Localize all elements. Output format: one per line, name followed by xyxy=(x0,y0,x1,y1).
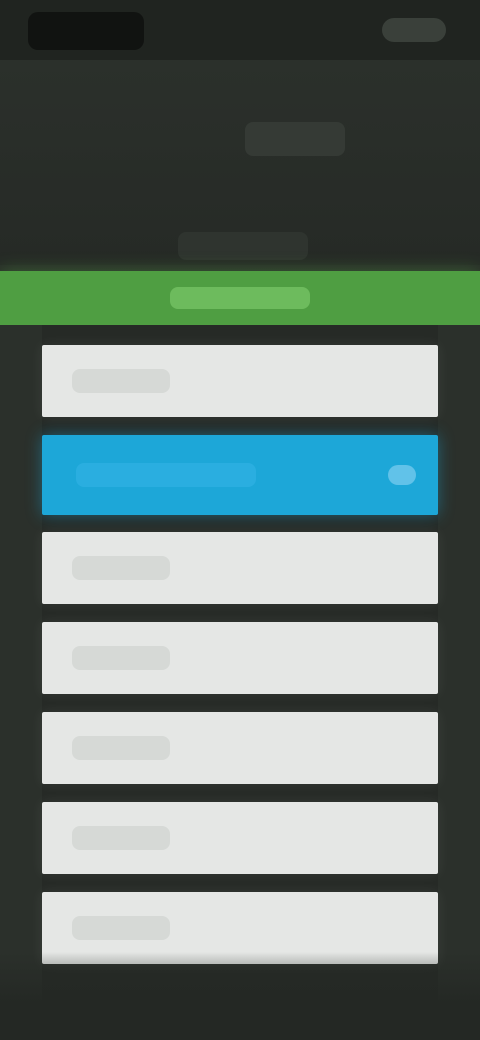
page-subtitle xyxy=(178,232,308,260)
list-item-label xyxy=(72,916,170,940)
list-item-label xyxy=(72,826,170,850)
menu-list xyxy=(42,345,438,982)
list-item-label xyxy=(72,646,170,670)
left-margin xyxy=(0,325,42,1040)
list-item[interactable] xyxy=(42,532,438,604)
app-screen xyxy=(0,0,480,1040)
page-title xyxy=(245,122,345,156)
list-item-label xyxy=(72,369,170,393)
section-bar xyxy=(0,271,480,325)
list-item[interactable] xyxy=(42,622,438,694)
list-container xyxy=(0,325,480,1040)
section-bar-label xyxy=(170,287,310,309)
list-item[interactable] xyxy=(42,802,438,874)
status-bar xyxy=(0,0,480,60)
list-item-label xyxy=(76,463,256,487)
list-item-selected[interactable] xyxy=(42,435,438,515)
header xyxy=(0,60,480,265)
list-item[interactable] xyxy=(42,345,438,417)
bottom-fade xyxy=(0,952,480,1040)
selected-accessory-icon xyxy=(388,465,416,485)
list-item-label xyxy=(72,556,170,580)
status-right-block xyxy=(382,18,446,42)
list-item[interactable] xyxy=(42,712,438,784)
right-margin xyxy=(438,325,480,1040)
status-left-block xyxy=(28,12,144,50)
list-item-label xyxy=(72,736,170,760)
